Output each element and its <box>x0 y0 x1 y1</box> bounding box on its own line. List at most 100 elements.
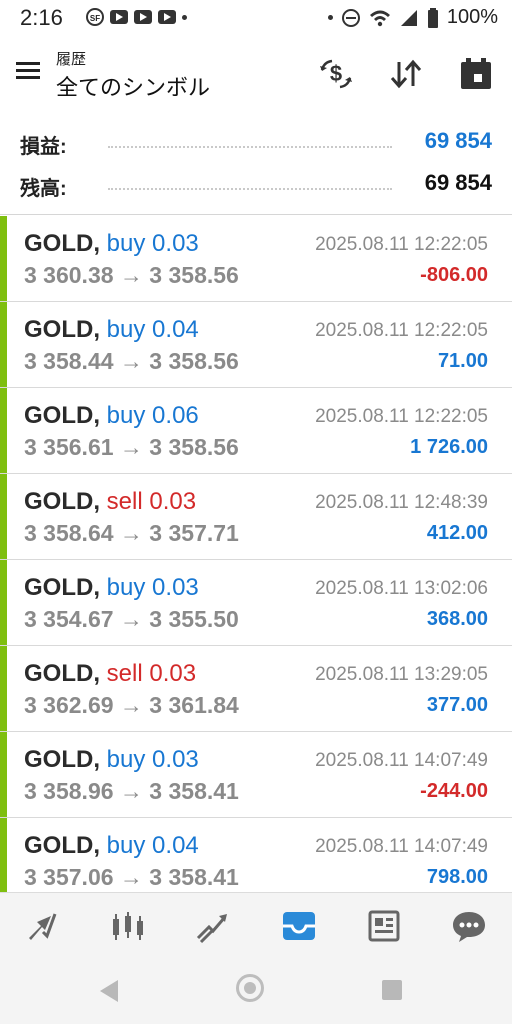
calendar-icon[interactable] <box>458 56 494 92</box>
trade-volume: 0.03 <box>152 230 199 257</box>
leader-dots <box>108 146 392 148</box>
tab-chat[interactable] <box>445 902 493 950</box>
trade-row[interactable]: GOLD, buy 0.03 3 360.38 → 3 358.56 2025.08… <box>0 216 512 302</box>
trade-profit: 1 726.00 <box>410 436 488 458</box>
tab-chart[interactable] <box>104 902 152 950</box>
trade-time: 2025.08.11 12:22:05 <box>315 234 488 255</box>
news-icon <box>368 910 400 942</box>
trade-indicator-bar <box>0 216 7 301</box>
home-icon[interactable] <box>236 974 264 1002</box>
signal-icon <box>400 9 417 26</box>
app-header: 履歴 全てのシンボル $ <box>0 36 512 106</box>
trade-row[interactable]: GOLD, sell 0.03 3 358.64 → 3 357.71 2025.0… <box>0 474 512 560</box>
svg-text:$: $ <box>330 61 342 86</box>
back-icon[interactable] <box>100 980 118 1002</box>
page-title[interactable]: 全てのシンボル <box>56 70 210 102</box>
trade-side: sell <box>106 488 143 515</box>
tab-quotes[interactable] <box>19 902 67 950</box>
trade-time: 2025.08.11 14:07:49 <box>315 836 488 857</box>
trade-profit: 412.00 <box>426 522 488 544</box>
trade-prices: 3 358.44 → 3 358.56 <box>24 348 239 374</box>
trade-prices: 3 356.61 → 3 358.56 <box>24 434 239 460</box>
trade-title: GOLD, buy 0.04 <box>24 316 199 344</box>
trade-side: buy <box>106 316 146 343</box>
sf-app-icon: SF <box>86 8 104 26</box>
status-time: 2:16 <box>20 5 63 30</box>
trade-side: buy <box>106 832 146 859</box>
trade-prices: 3 362.69 → 3 361.84 <box>24 692 239 718</box>
youtube-icon <box>158 10 176 24</box>
youtube-icon <box>134 10 152 24</box>
trade-indicator-bar <box>0 388 7 473</box>
trade-volume: 0.04 <box>152 316 199 343</box>
trade-row[interactable]: GOLD, sell 0.03 3 362.69 → 3 361.84 2025.0… <box>0 646 512 732</box>
trade-side: buy <box>106 230 146 257</box>
divider <box>0 214 512 215</box>
balance-label: 残高: <box>20 178 67 200</box>
profit-row: 損益: 69 854 <box>0 124 512 166</box>
trade-prices: 3 358.64 → 3 357.71 <box>24 520 239 546</box>
bottom-tab-bar <box>0 892 512 959</box>
balance-row: 残高: 69 854 <box>0 166 512 208</box>
more-notifications-icon <box>182 14 187 20</box>
trade-row[interactable]: GOLD, buy 0.03 3 354.67 → 3 355.50 2025.08… <box>0 560 512 646</box>
leader-dots <box>108 188 392 190</box>
recents-icon[interactable] <box>382 980 402 1000</box>
wifi-icon <box>369 10 390 26</box>
battery-icon <box>427 7 438 28</box>
trade-symbol: GOLD, <box>24 316 100 343</box>
trade-row[interactable]: GOLD, buy 0.06 3 356.61 → 3 358.56 2025.08… <box>0 388 512 474</box>
trade-time: 2025.08.11 12:48:39 <box>315 492 488 513</box>
trade-volume: 0.06 <box>152 402 199 429</box>
trade-side: sell <box>106 660 143 687</box>
trade-volume: 0.03 <box>152 574 199 601</box>
trade-indicator-bar <box>0 818 7 892</box>
trade-prices: 3 357.06 → 3 358.41 <box>24 864 239 890</box>
trade-profit: 368.00 <box>426 608 488 630</box>
dollar-exchange-icon[interactable]: $ <box>318 56 354 92</box>
trade-row[interactable]: GOLD, buy 0.03 3 358.96 → 3 358.41 2025.08… <box>0 732 512 818</box>
trade-volume: 0.04 <box>152 832 199 859</box>
trade-title: GOLD, buy 0.06 <box>24 402 199 430</box>
trade-profit: 71.00 <box>437 350 488 372</box>
trade-symbol: GOLD, <box>24 402 100 429</box>
balance-value: 69 854 <box>424 170 492 195</box>
trade-row[interactable]: GOLD, buy 0.04 3 358.44 → 3 358.56 2025.08… <box>0 302 512 388</box>
trade-title: GOLD, sell 0.03 <box>24 660 196 688</box>
tab-history[interactable] <box>275 902 323 950</box>
trade-side: buy <box>106 574 146 601</box>
trade-time: 2025.08.11 12:22:05 <box>315 320 488 341</box>
battery-percent: 100% <box>446 6 498 28</box>
chat-icon <box>453 912 486 942</box>
tab-trade[interactable] <box>189 902 237 950</box>
trade-indicator-bar <box>0 732 7 817</box>
dnd-icon <box>341 8 360 27</box>
sort-icon[interactable] <box>388 56 424 92</box>
quotes-icon <box>28 913 57 940</box>
trade-title: GOLD, buy 0.03 <box>24 746 199 774</box>
trade-prices: 3 358.96 → 3 358.41 <box>24 778 239 804</box>
trade-row[interactable]: GOLD, buy 0.04 3 357.06 → 3 358.41 2025.08… <box>0 818 512 892</box>
system-icons: 100% <box>327 6 498 29</box>
trade-symbol: GOLD, <box>24 660 100 687</box>
trade-title: GOLD, sell 0.03 <box>24 488 196 516</box>
trade-volume: 0.03 <box>152 746 199 773</box>
trade-profit: -806.00 <box>420 264 488 286</box>
trade-side: buy <box>106 402 146 429</box>
trade-title: GOLD, buy 0.03 <box>24 230 199 258</box>
trade-time: 2025.08.11 12:22:05 <box>315 406 488 427</box>
trade-title: GOLD, buy 0.04 <box>24 832 199 860</box>
trade-time: 2025.08.11 14:07:49 <box>315 750 488 771</box>
trade-list: GOLD, buy 0.03 3 360.38 → 3 358.56 2025.08… <box>0 216 512 892</box>
menu-icon[interactable] <box>16 62 40 80</box>
tab-news[interactable] <box>360 902 408 950</box>
trade-time: 2025.08.11 13:02:06 <box>315 578 488 599</box>
page-subtitle: 履歴 <box>56 51 87 68</box>
profit-value: 69 854 <box>424 128 492 153</box>
trade-title: GOLD, buy 0.03 <box>24 574 199 602</box>
trade-time: 2025.08.11 13:29:05 <box>315 664 488 685</box>
trade-indicator-bar <box>0 302 7 387</box>
trade-volume: 0.03 <box>149 488 197 515</box>
trade-indicator-bar <box>0 474 7 559</box>
notification-icons: SF <box>86 8 187 26</box>
